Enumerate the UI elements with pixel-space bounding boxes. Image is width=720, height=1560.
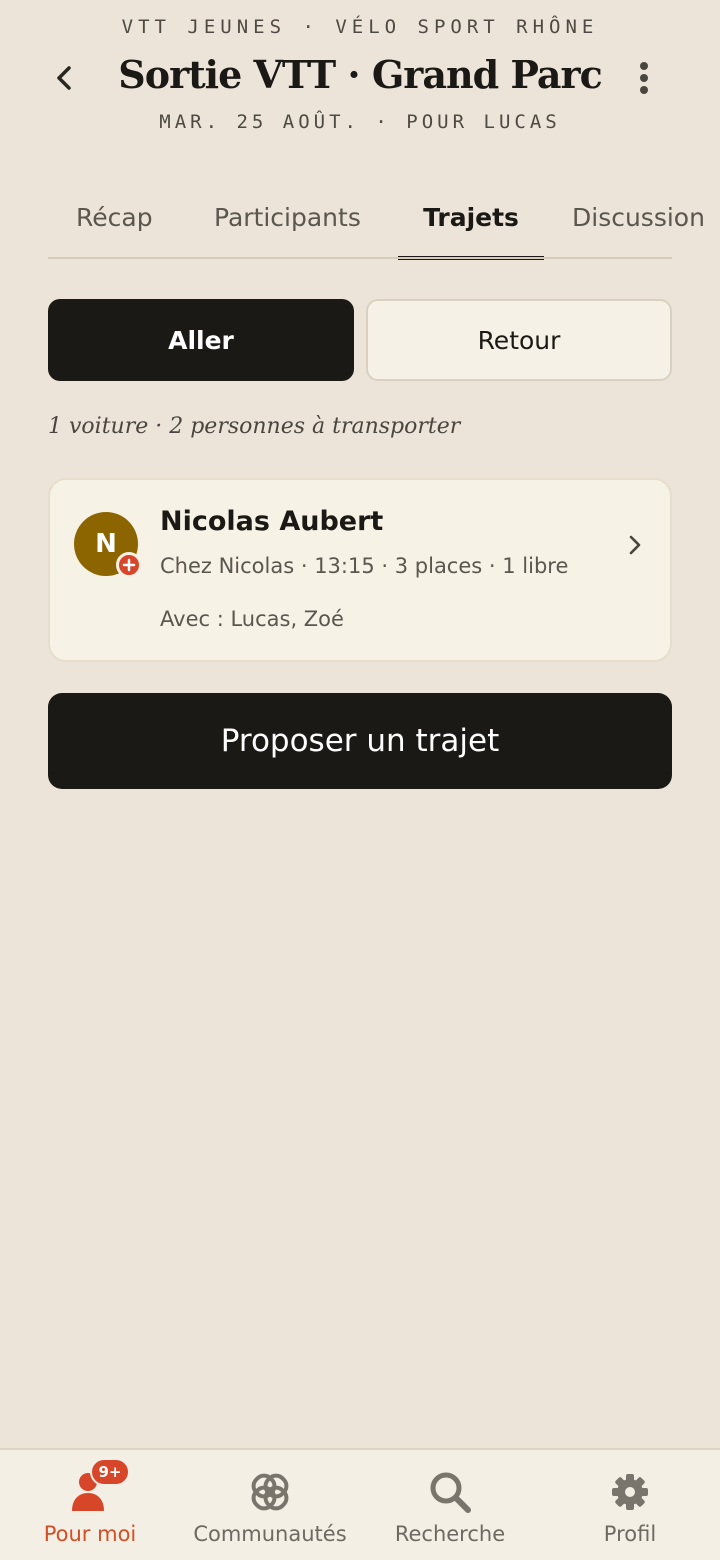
search-icon bbox=[426, 1468, 474, 1516]
page-title: Sortie VTT · Grand Parc bbox=[118, 52, 602, 97]
chevron-left-icon bbox=[57, 66, 71, 90]
rides-summary: 1 voiture · 2 personnes à transporter bbox=[48, 414, 461, 439]
nav-label: Recherche bbox=[394, 1522, 506, 1546]
nav-pour-moi[interactable]: 9+ Pour moi bbox=[0, 1450, 180, 1560]
more-options-button[interactable] bbox=[620, 54, 668, 102]
tab-bar: Récap Participants Trajets Discussion bbox=[48, 176, 720, 260]
page-subtitle: MAR. 25 AOÛT. · POUR LUCAS bbox=[159, 111, 561, 133]
nav-profil[interactable]: Profil bbox=[540, 1450, 720, 1560]
ride-card[interactable]: N Nicolas Aubert Chez Nicolas · 13:15 · … bbox=[48, 478, 672, 662]
tab-divider bbox=[48, 257, 672, 259]
tab-trajets[interactable]: Trajets bbox=[398, 176, 544, 260]
communities-icon bbox=[246, 1468, 294, 1516]
back-button[interactable] bbox=[40, 54, 88, 102]
segment-retour[interactable]: Retour bbox=[366, 299, 672, 381]
propose-ride-button[interactable]: Proposer un trajet bbox=[48, 693, 672, 789]
tab-participants[interactable]: Participants bbox=[214, 176, 361, 258]
bottom-navigation: 9+ Pour moi Communautés Recherche Profil bbox=[0, 1448, 720, 1560]
ride-details: Chez Nicolas · 13:15 · 3 places · 1 libr… bbox=[160, 554, 569, 578]
gear-icon bbox=[606, 1468, 654, 1516]
group-name: VTT JEUNES · VÉLO SPORT RHÔNE bbox=[121, 16, 599, 38]
tab-recap[interactable]: Récap bbox=[76, 176, 153, 258]
ride-passengers: Avec : Lucas, Zoé bbox=[160, 607, 344, 631]
nav-recherche[interactable]: Recherche bbox=[360, 1450, 540, 1560]
nav-label: Communautés bbox=[193, 1522, 347, 1546]
plus-badge-icon bbox=[116, 552, 142, 578]
nav-label: Profil bbox=[603, 1522, 657, 1546]
tab-discussion[interactable]: Discussion bbox=[572, 176, 705, 258]
nav-label: Pour moi bbox=[43, 1522, 137, 1546]
chevron-right-icon bbox=[620, 530, 650, 560]
person-icon: 9+ bbox=[66, 1458, 130, 1516]
driver-name: Nicolas Aubert bbox=[160, 506, 384, 537]
notification-badge: 9+ bbox=[90, 1458, 130, 1486]
nav-communautes[interactable]: Communautés bbox=[180, 1450, 360, 1560]
more-vertical-icon bbox=[640, 62, 648, 94]
segment-aller[interactable]: Aller bbox=[48, 299, 354, 381]
app-header: VTT JEUNES · VÉLO SPORT RHÔNE Sortie VTT… bbox=[0, 0, 720, 150]
